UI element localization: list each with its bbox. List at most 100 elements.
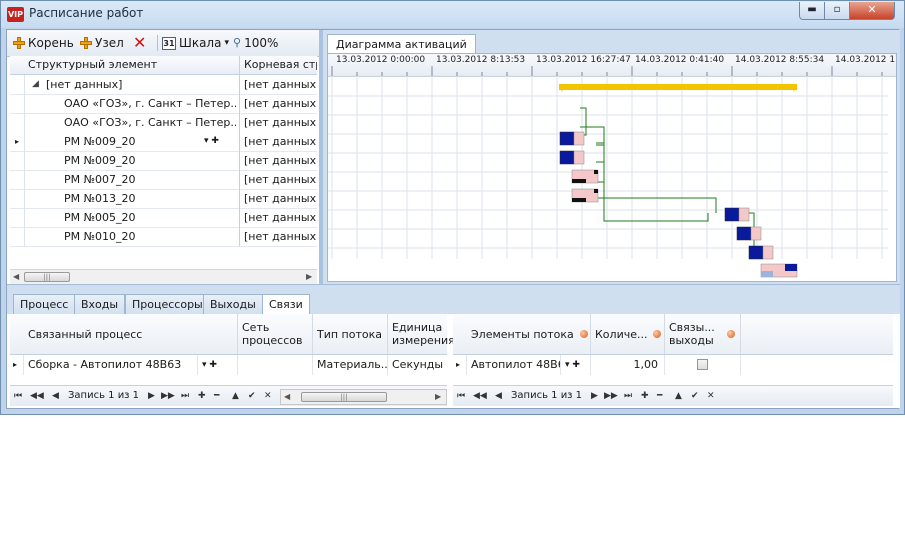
expand-toggle-icon[interactable]: ◢	[32, 75, 39, 94]
delete-button[interactable]: ✕	[133, 35, 146, 51]
tree-node-root: [нет данных]	[239, 75, 317, 94]
cancel-icon[interactable]: ✕	[707, 386, 715, 406]
move-up-icon[interactable]: ▲	[675, 386, 682, 406]
gantt-task-7[interactable]	[748, 245, 774, 260]
gantt-summary-bar[interactable]	[559, 84, 797, 92]
row-indicator	[10, 113, 25, 132]
scale-dropdown-button[interactable]: 31 Шкала ▾	[162, 35, 229, 51]
add-record-icon[interactable]: ✚	[641, 386, 649, 406]
close-button[interactable]: ✕	[849, 2, 895, 20]
col-root-header[interactable]: Корневая стру	[239, 56, 317, 74]
first-record-icon[interactable]: ⏮	[14, 386, 22, 406]
tree-row[interactable]: РМ №009_20 [нет данных]	[10, 151, 317, 171]
add-node-button[interactable]: Узел	[80, 35, 124, 51]
linked-outputs-cell[interactable]	[665, 355, 741, 375]
apply-icon[interactable]: ✔	[248, 386, 256, 406]
next-record-icon[interactable]: ▶	[591, 386, 598, 406]
tree-node-name: РМ №005_20	[64, 211, 136, 224]
col-unit[interactable]: Единица измерения	[388, 314, 455, 354]
col-struct-header[interactable]: Структурный элемент	[28, 56, 236, 74]
links-grid-row[interactable]: ▸ Сборка - Автопилот 48В63 ▾ ✚ Материаль…	[10, 355, 447, 375]
apply-icon[interactable]: ✔	[691, 386, 699, 406]
gantt-task-3[interactable]	[571, 169, 599, 184]
add-node-label: Узел	[95, 36, 124, 50]
next-page-icon[interactable]: ▶▶	[161, 386, 175, 406]
timescale-ticks	[331, 66, 883, 76]
col-flow-type[interactable]: Тип потока	[313, 314, 388, 354]
col-linked-process[interactable]: Связанный процесс	[24, 314, 238, 354]
calendar-icon: 31	[162, 36, 176, 50]
scroll-thumb[interactable]: |||	[24, 272, 70, 282]
row-indicator	[10, 170, 25, 189]
gantt-task-1[interactable]	[559, 131, 585, 146]
tree-row[interactable]: ОАО «ГОЗ», г. Санкт – Петер... [нет данн…	[10, 94, 317, 114]
add-record-icon[interactable]: ✚	[198, 386, 206, 406]
next-record-icon[interactable]: ▶	[148, 386, 155, 406]
tab-outputs[interactable]: Выходы	[203, 294, 263, 314]
row-tools-icon[interactable]: ▾ ✚	[561, 355, 591, 375]
scroll-right-icon[interactable]: ▶	[435, 390, 441, 404]
tab-processors[interactable]: Процессоры	[125, 294, 210, 314]
col-process-net[interactable]: Сеть процессов	[238, 314, 313, 354]
tree-node-name: ОАО «ГОЗ», г. Санкт – Петер...	[64, 116, 236, 129]
gantt-task-2[interactable]	[559, 150, 585, 165]
row-tools-icon[interactable]: ▾ ✚	[198, 355, 238, 375]
flow-grid-row[interactable]: ▸ Автопилот 48В6 ▾ ✚ 1,00	[453, 355, 743, 375]
first-record-icon[interactable]: ⏮	[457, 386, 465, 406]
tree-row[interactable]: ОАО «ГОЗ», г. Санкт – Петер... [нет данн…	[10, 113, 317, 133]
linked-outputs-checkbox[interactable]	[697, 359, 708, 370]
col-quantity[interactable]: Количе...	[591, 314, 665, 354]
col-linked-outputs[interactable]: Связы... выходы	[665, 314, 741, 354]
prev-page-icon[interactable]: ◀◀	[30, 386, 44, 406]
tab-activation-diagram[interactable]: Диаграмма активаций	[327, 34, 476, 55]
current-row-indicator: ▸	[10, 355, 24, 375]
links-horizontal-scrollbar[interactable]: ◀ ||| ▶	[280, 389, 447, 405]
scroll-thumb[interactable]: |||	[301, 392, 387, 402]
prev-record-icon[interactable]: ◀	[495, 386, 502, 406]
tree-row[interactable]: РМ №007_20 [нет данных]	[10, 170, 317, 190]
gantt-task-6[interactable]	[736, 226, 762, 241]
tree-row-selected[interactable]: ▸ РМ №009_20 ▾ ✚ [нет данных]	[10, 132, 317, 152]
gantt-task-8[interactable]	[760, 263, 798, 278]
minimize-button[interactable]: ▬	[799, 2, 825, 20]
title-bar[interactable]: VIP Расписание работ ▬ ▫ ✕	[1, 1, 904, 28]
gantt-canvas[interactable]: 13.03.2012 0:00:00 13.03.2012 8:13:53 13…	[327, 53, 897, 282]
row-tools-icon[interactable]: ▾ ✚	[204, 132, 236, 151]
remove-record-icon[interactable]: ━	[214, 386, 219, 406]
quantity-cell[interactable]: 1,00	[591, 355, 665, 375]
tab-process[interactable]: Процесс	[13, 294, 76, 314]
gantt-link-lines	[572, 107, 755, 259]
flow-element-cell[interactable]: Автопилот 48В6	[467, 355, 561, 375]
prev-page-icon[interactable]: ◀◀	[473, 386, 487, 406]
move-up-icon[interactable]: ▲	[232, 386, 239, 406]
maximize-button[interactable]: ▫	[824, 2, 850, 20]
prev-record-icon[interactable]: ◀	[52, 386, 59, 406]
col-flow-elements[interactable]: Элементы потока	[467, 314, 591, 354]
tree-horizontal-scrollbar[interactable]: ◀ ||| ▶	[10, 269, 317, 284]
last-record-icon[interactable]: ⏭	[624, 386, 632, 406]
scroll-left-icon[interactable]: ◀	[13, 270, 19, 284]
add-root-button[interactable]: Корень	[13, 35, 74, 51]
linked-process-cell[interactable]: Сборка - Автопилот 48В63	[24, 355, 198, 375]
tab-inputs[interactable]: Входы	[74, 294, 126, 314]
col-quantity-label: Количе...	[595, 327, 648, 341]
scroll-left-icon[interactable]: ◀	[284, 390, 290, 404]
tree-row[interactable]: ◢ [нет данных] [нет данных]	[10, 75, 317, 95]
scroll-right-icon[interactable]: ▶	[306, 270, 312, 284]
next-page-icon[interactable]: ▶▶	[604, 386, 618, 406]
tree-row[interactable]: РМ №013_20 [нет данных]	[10, 189, 317, 209]
process-net-cell[interactable]	[238, 355, 313, 375]
cancel-icon[interactable]: ✕	[264, 386, 272, 406]
last-record-icon[interactable]: ⏭	[181, 386, 189, 406]
flow-type-cell[interactable]: Материаль...	[313, 355, 388, 375]
gantt-task-5[interactable]	[724, 207, 750, 222]
gantt-task-4[interactable]	[571, 188, 599, 203]
unit-cell[interactable]: Секунды	[388, 355, 447, 375]
tree-row[interactable]: РМ №010_20 [нет данных]	[10, 227, 317, 247]
remove-record-icon[interactable]: ━	[657, 386, 662, 406]
tree-node-root: [нет данных]	[239, 151, 317, 170]
zoom-button[interactable]: ⚲ 100%	[233, 35, 278, 51]
tree-row[interactable]: РМ №005_20 [нет данных]	[10, 208, 317, 228]
tab-links[interactable]: Связи	[262, 294, 310, 315]
tree-node-name: РМ №013_20	[64, 192, 136, 205]
